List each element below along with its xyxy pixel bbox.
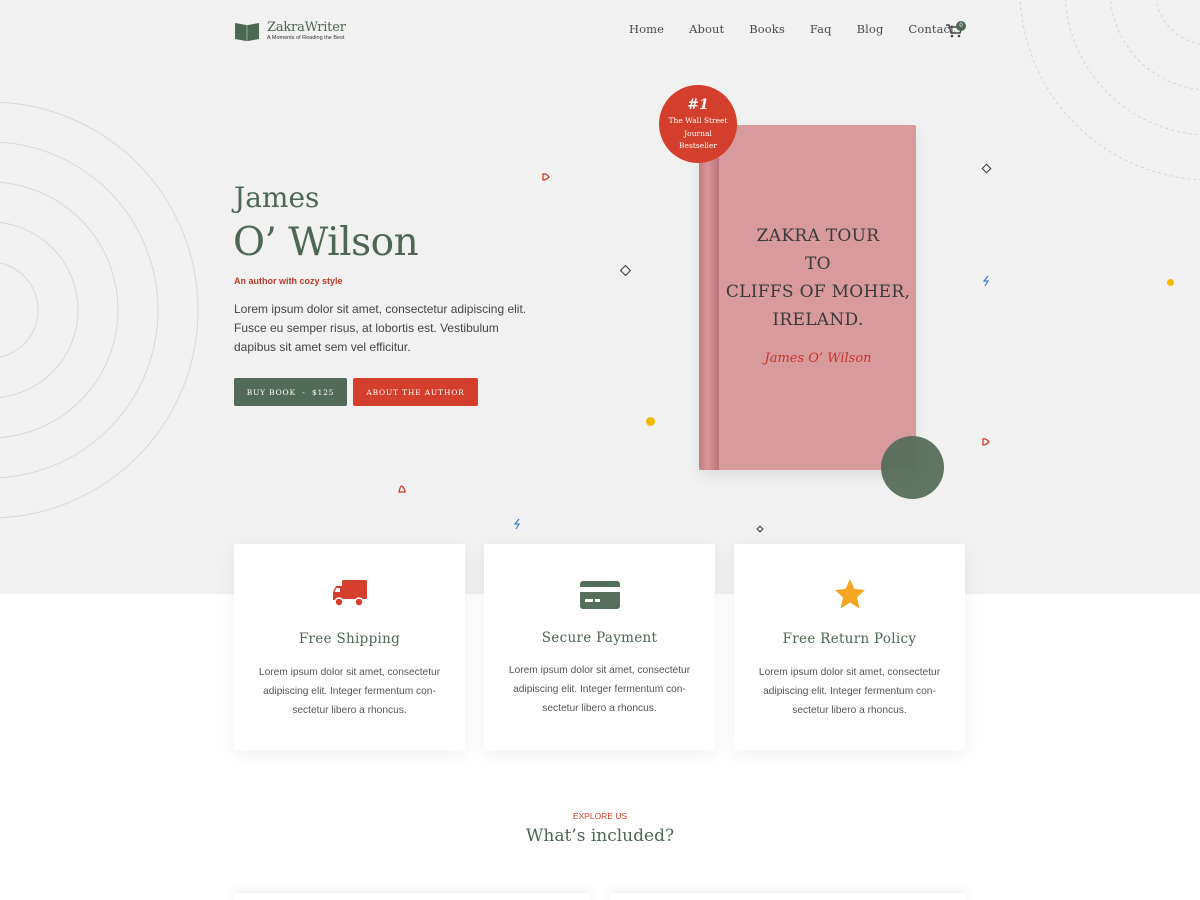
site-name: ZakraWriter — [267, 19, 346, 35]
decorative-diamond — [981, 163, 992, 174]
nav-item-faq[interactable]: Faq — [810, 22, 832, 36]
site-logo[interactable]: ZakraWriter A Moments of Reading the Bes… — [234, 20, 346, 42]
decorative-dot — [1167, 279, 1174, 286]
author-tagline: An author with cozy style — [234, 276, 343, 286]
badge-rank: #1 — [687, 97, 709, 113]
nav-item-blog[interactable]: Blog — [857, 22, 884, 36]
author-last-name: O’ Wilson — [233, 220, 419, 265]
buy-book-button[interactable]: BUY BOOK - $125 — [234, 378, 347, 406]
feature-title: Secure Payment — [541, 630, 658, 646]
nav-item-books[interactable]: Books — [749, 22, 785, 36]
star-icon — [834, 579, 865, 609]
decorative-shape — [542, 173, 550, 181]
book-spine — [699, 158, 719, 470]
open-book-icon — [235, 23, 259, 41]
hero-section — [0, 0, 1200, 594]
book-title-line: IRELAND. — [772, 310, 864, 330]
truck-icon — [332, 580, 367, 607]
nav-item-home[interactable]: Home — [629, 22, 664, 36]
feature-title: Free Return Policy — [782, 631, 917, 647]
decorative-green-circle — [881, 436, 944, 499]
included-card — [610, 893, 966, 900]
decorative-shape — [982, 438, 990, 446]
about-author-button[interactable]: ABOUT THE AUTHOR — [353, 378, 478, 406]
decorative-bolt — [513, 518, 521, 530]
book-title-line: TO — [805, 254, 831, 274]
feature-card-returns: Free Return Policy Lorem ipsum dolor sit… — [734, 544, 965, 750]
feature-text: Lorem ipsum dolor sit amet, consectetur … — [758, 667, 941, 716]
author-first-name: James — [234, 181, 320, 214]
main-nav: Home About Books Faq Blog Contact — [629, 22, 980, 36]
decorative-diamond — [619, 264, 632, 277]
bestseller-badge: #1 The Wall Street Journal Bestseller — [659, 85, 737, 163]
decorative-circles-right — [1019, 0, 1200, 181]
feature-title: Free Shipping — [298, 631, 401, 647]
decorative-diamond — [756, 525, 764, 533]
book-title: ZAKRA TOUR TO CLIFFS OF MOHER, IRELAND. — [718, 222, 918, 334]
badge-text: The Wall Street Journal Bestseller — [665, 115, 731, 153]
feature-card-payment: Secure Payment Lorem ipsum dolor sit ame… — [484, 544, 715, 750]
included-card — [234, 893, 590, 900]
cart-count-badge: 0 — [956, 21, 966, 31]
decorative-shape — [398, 485, 406, 493]
author-description: Lorem ipsum dolor sit amet, consectetur … — [234, 302, 527, 354]
feature-text: Lorem ipsum dolor sit amet, consectetur … — [508, 665, 691, 714]
feature-card-shipping: Free Shipping Lorem ipsum dolor sit amet… — [234, 544, 465, 750]
decorative-dot — [646, 417, 655, 426]
section-label: EXPLORE US — [572, 811, 628, 821]
badge-line: Journal — [684, 128, 712, 138]
badge-line: Bestseller — [679, 141, 717, 150]
site-tagline: A Moments of Reading the Best — [267, 34, 345, 41]
credit-card-icon — [579, 581, 620, 609]
badge-line: The Wall Street — [668, 116, 728, 125]
book-title-line: ZAKRA TOUR — [756, 226, 880, 246]
book-author: James O’ Wilson — [764, 351, 872, 366]
nav-item-about[interactable]: About — [689, 22, 724, 36]
section-title: What’s included? — [525, 826, 675, 846]
book-title-line: CLIFFS OF MOHER, — [725, 282, 911, 302]
decorative-bolt — [982, 275, 990, 287]
feature-text: Lorem ipsum dolor sit amet, consectetur … — [258, 667, 441, 716]
